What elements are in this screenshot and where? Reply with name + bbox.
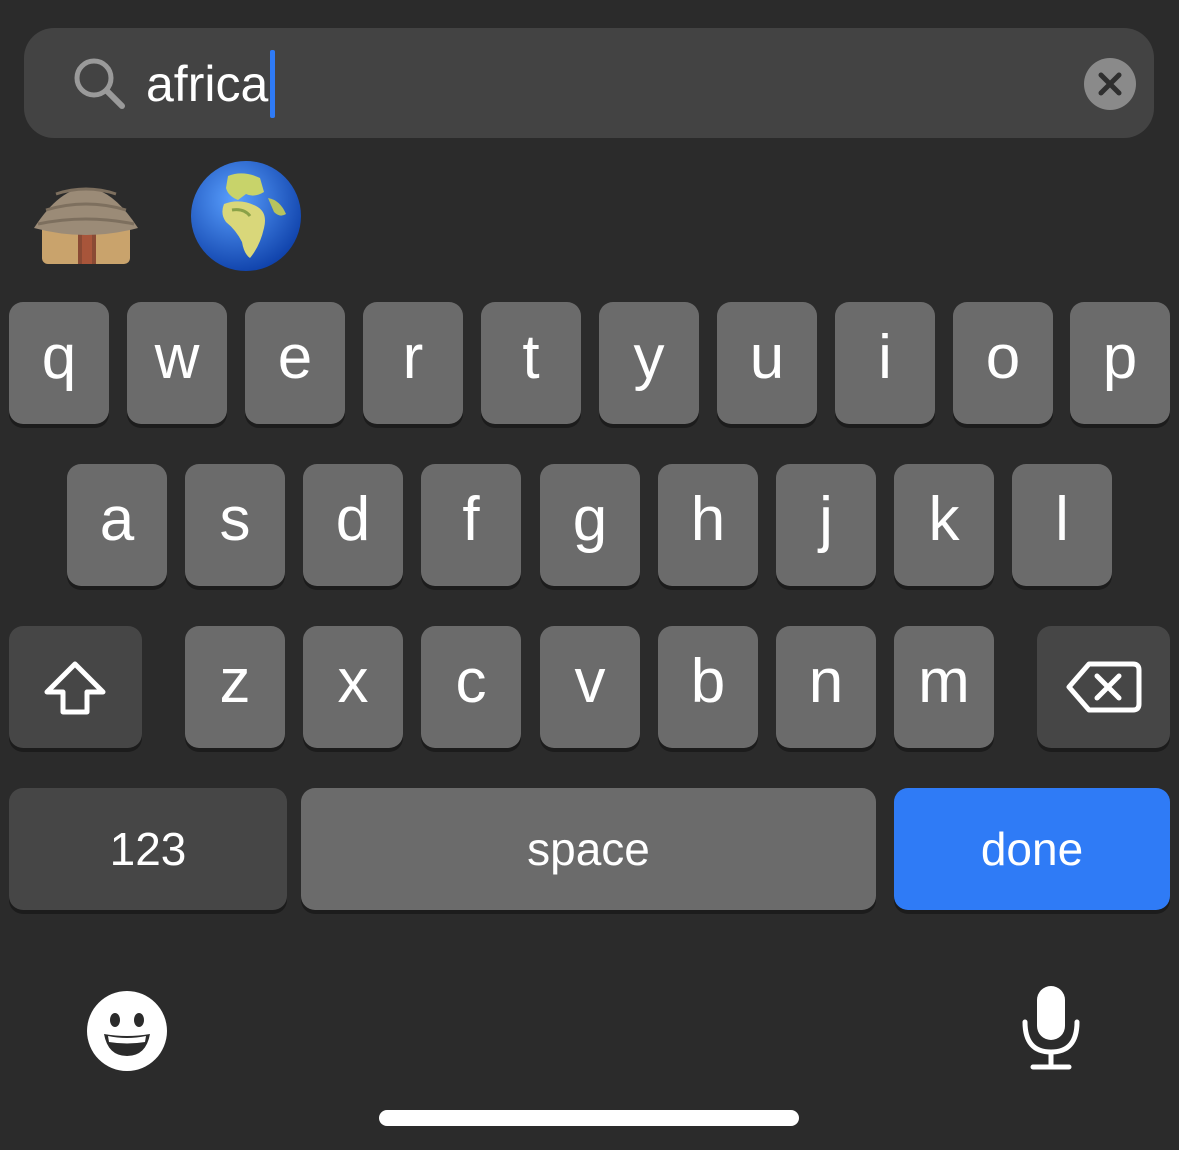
key-label: v xyxy=(574,647,606,716)
key-label: f xyxy=(462,485,480,554)
key-label: h xyxy=(690,485,726,554)
key-label: r xyxy=(402,323,424,392)
key-z[interactable]: z xyxy=(185,626,285,748)
key-label: e xyxy=(277,323,313,392)
key-r[interactable]: r xyxy=(363,302,463,424)
key-h[interactable]: h xyxy=(658,464,758,586)
key-label: z xyxy=(219,647,251,716)
key-label: p xyxy=(1102,323,1138,392)
shift-key[interactable] xyxy=(9,626,142,748)
home-indicator[interactable] xyxy=(379,1110,799,1126)
key-s[interactable]: s xyxy=(185,464,285,586)
key-t[interactable]: t xyxy=(481,302,581,424)
text-caret xyxy=(270,50,275,118)
key-l[interactable]: l xyxy=(1012,464,1112,586)
key-label: b xyxy=(690,647,726,716)
key-label: j xyxy=(819,485,833,554)
key-label: l xyxy=(1055,485,1069,554)
key-e[interactable]: e xyxy=(245,302,345,424)
key-f[interactable]: f xyxy=(421,464,521,586)
done-key[interactable]: done xyxy=(894,788,1170,910)
emoji-smile-icon[interactable] xyxy=(86,990,168,1077)
key-label: x xyxy=(337,647,369,716)
key-m[interactable]: m xyxy=(894,626,994,748)
key-c[interactable]: c xyxy=(421,626,521,748)
space-key-label: space xyxy=(527,823,650,875)
search-icon xyxy=(72,56,128,112)
key-label: o xyxy=(985,323,1021,392)
microphone-icon[interactable] xyxy=(1018,984,1084,1077)
key-label: s xyxy=(219,485,251,554)
key-label: y xyxy=(633,323,665,392)
key-n[interactable]: n xyxy=(776,626,876,748)
search-input-text[interactable]: africa xyxy=(146,52,268,116)
key-g[interactable]: g xyxy=(540,464,640,586)
key-label: t xyxy=(522,323,540,392)
clear-icon xyxy=(1098,72,1122,96)
key-x[interactable]: x xyxy=(303,626,403,748)
space-key[interactable]: space xyxy=(301,788,876,910)
key-label: n xyxy=(808,647,844,716)
key-a[interactable]: a xyxy=(67,464,167,586)
numbers-key[interactable]: 123 xyxy=(9,788,287,910)
key-label: i xyxy=(878,323,892,392)
key-label: c xyxy=(455,647,487,716)
key-label: g xyxy=(572,485,608,554)
key-p[interactable]: p xyxy=(1070,302,1170,424)
key-q[interactable]: q xyxy=(9,302,109,424)
emoji-search-keyboard-screen: africa q w e r t y u i o p a s d f g h j… xyxy=(0,0,1179,1150)
key-label: w xyxy=(154,323,200,392)
shift-icon xyxy=(44,661,106,715)
key-d[interactable]: d xyxy=(303,464,403,586)
key-label: a xyxy=(99,485,135,554)
numbers-key-label: 123 xyxy=(109,823,187,875)
key-label: k xyxy=(928,485,960,554)
key-b[interactable]: b xyxy=(658,626,758,748)
globe-europe-africa-emoji[interactable] xyxy=(188,158,304,274)
clear-search-button[interactable] xyxy=(1084,58,1136,110)
key-k[interactable]: k xyxy=(894,464,994,586)
key-label: u xyxy=(749,323,785,392)
key-label: q xyxy=(41,323,77,392)
key-y[interactable]: y xyxy=(599,302,699,424)
key-w[interactable]: w xyxy=(127,302,227,424)
key-label: d xyxy=(335,485,371,554)
backspace-key[interactable] xyxy=(1037,626,1170,748)
hut-emoji[interactable] xyxy=(28,158,144,274)
key-o[interactable]: o xyxy=(953,302,1053,424)
key-i[interactable]: i xyxy=(835,302,935,424)
backspace-icon xyxy=(1066,661,1142,713)
key-label: m xyxy=(918,647,970,716)
done-key-label: done xyxy=(980,823,1084,875)
key-j[interactable]: j xyxy=(776,464,876,586)
key-u[interactable]: u xyxy=(717,302,817,424)
key-v[interactable]: v xyxy=(540,626,640,748)
